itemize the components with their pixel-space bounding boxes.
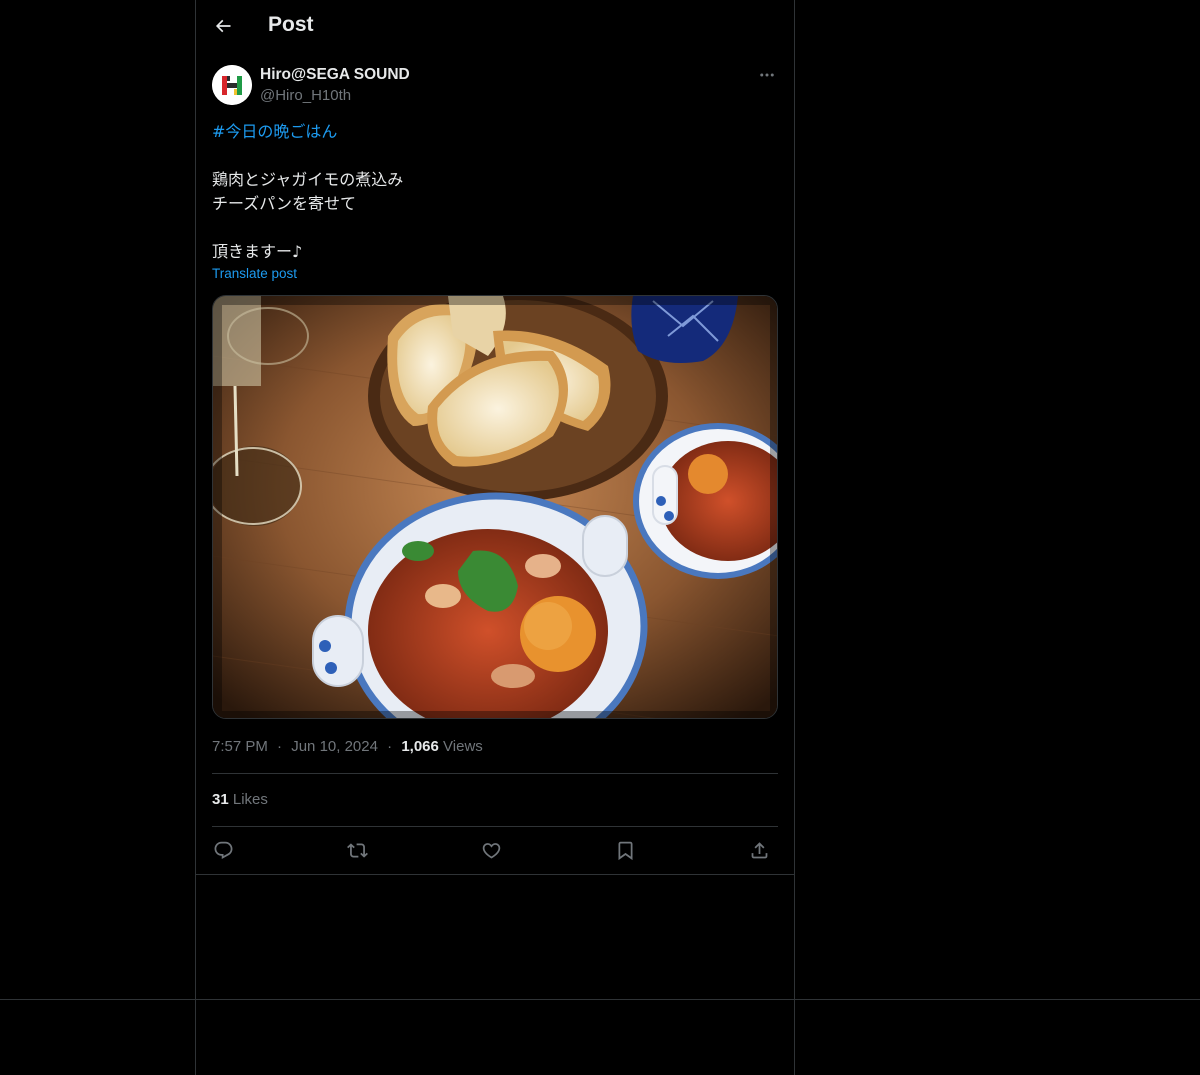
post-text: #今日の晩ごはん 鶏肉とジャガイモの煮込み チーズパンを寄せて 頂きますー♪ bbox=[212, 120, 778, 264]
likes-stat[interactable]: 31 Likes bbox=[212, 791, 268, 808]
avatar-logo bbox=[212, 65, 252, 105]
header: Post bbox=[196, 0, 794, 53]
views-count: 1,066 bbox=[401, 738, 439, 755]
divider bbox=[196, 874, 794, 875]
main-column: Post Hiro@SEGA SOUND @Hiro_H10th #今日の晩ごは… bbox=[195, 0, 795, 1075]
post-author: Hiro@SEGA SOUND @Hiro_H10th bbox=[212, 64, 778, 108]
page-title: Post bbox=[268, 13, 314, 36]
post-photo[interactable] bbox=[212, 295, 778, 719]
heart-icon bbox=[482, 842, 500, 859]
post-text-line: 頂きますー♪ bbox=[212, 242, 303, 261]
meta-separator: · bbox=[387, 738, 393, 755]
divider bbox=[212, 826, 778, 827]
more-button[interactable] bbox=[756, 64, 778, 86]
author-display-name[interactable]: Hiro@SEGA SOUND bbox=[260, 66, 410, 84]
author-handle[interactable]: @Hiro_H10th bbox=[260, 87, 351, 104]
post-text-line: チーズパンを寄せて bbox=[212, 194, 357, 213]
arrow-left-icon bbox=[215, 19, 231, 33]
views-label: Views bbox=[443, 738, 483, 755]
share-icon bbox=[751, 841, 767, 858]
post-text-line: 鶏肉とジャガイモの煮込み bbox=[212, 170, 404, 189]
back-button[interactable] bbox=[206, 9, 240, 43]
repost-icon bbox=[346, 842, 368, 858]
divider bbox=[212, 773, 778, 774]
meta-separator: · bbox=[277, 738, 283, 755]
post-text-line bbox=[212, 216, 778, 240]
hashtag-link[interactable]: #今日の晩ごはん bbox=[212, 120, 778, 144]
action-bar bbox=[212, 832, 778, 868]
post-text-line-blank bbox=[212, 144, 778, 168]
reply-button[interactable] bbox=[206, 832, 240, 868]
bookmark-icon bbox=[618, 841, 632, 860]
reply-icon bbox=[214, 841, 232, 859]
post-meta: 7:57 PM · Jun 10, 2024 · 1,066 Views bbox=[212, 738, 483, 755]
avatar[interactable] bbox=[212, 65, 252, 105]
more-horizontal-icon bbox=[760, 73, 774, 77]
like-button[interactable] bbox=[474, 832, 508, 868]
post-date[interactable]: Jun 10, 2024 bbox=[291, 738, 378, 755]
repost-button[interactable] bbox=[340, 832, 374, 868]
translate-post-link[interactable]: Translate post bbox=[212, 266, 297, 281]
food-photo-illustration bbox=[213, 296, 777, 718]
divider bbox=[0, 999, 1200, 1000]
page: Post Hiro@SEGA SOUND @Hiro_H10th #今日の晩ごは… bbox=[0, 0, 1200, 1075]
likes-label: Likes bbox=[232, 791, 268, 808]
share-button[interactable] bbox=[742, 832, 776, 868]
likes-count: 31 bbox=[212, 791, 229, 808]
post-time[interactable]: 7:57 PM bbox=[212, 738, 268, 755]
bookmark-button[interactable] bbox=[608, 832, 642, 868]
